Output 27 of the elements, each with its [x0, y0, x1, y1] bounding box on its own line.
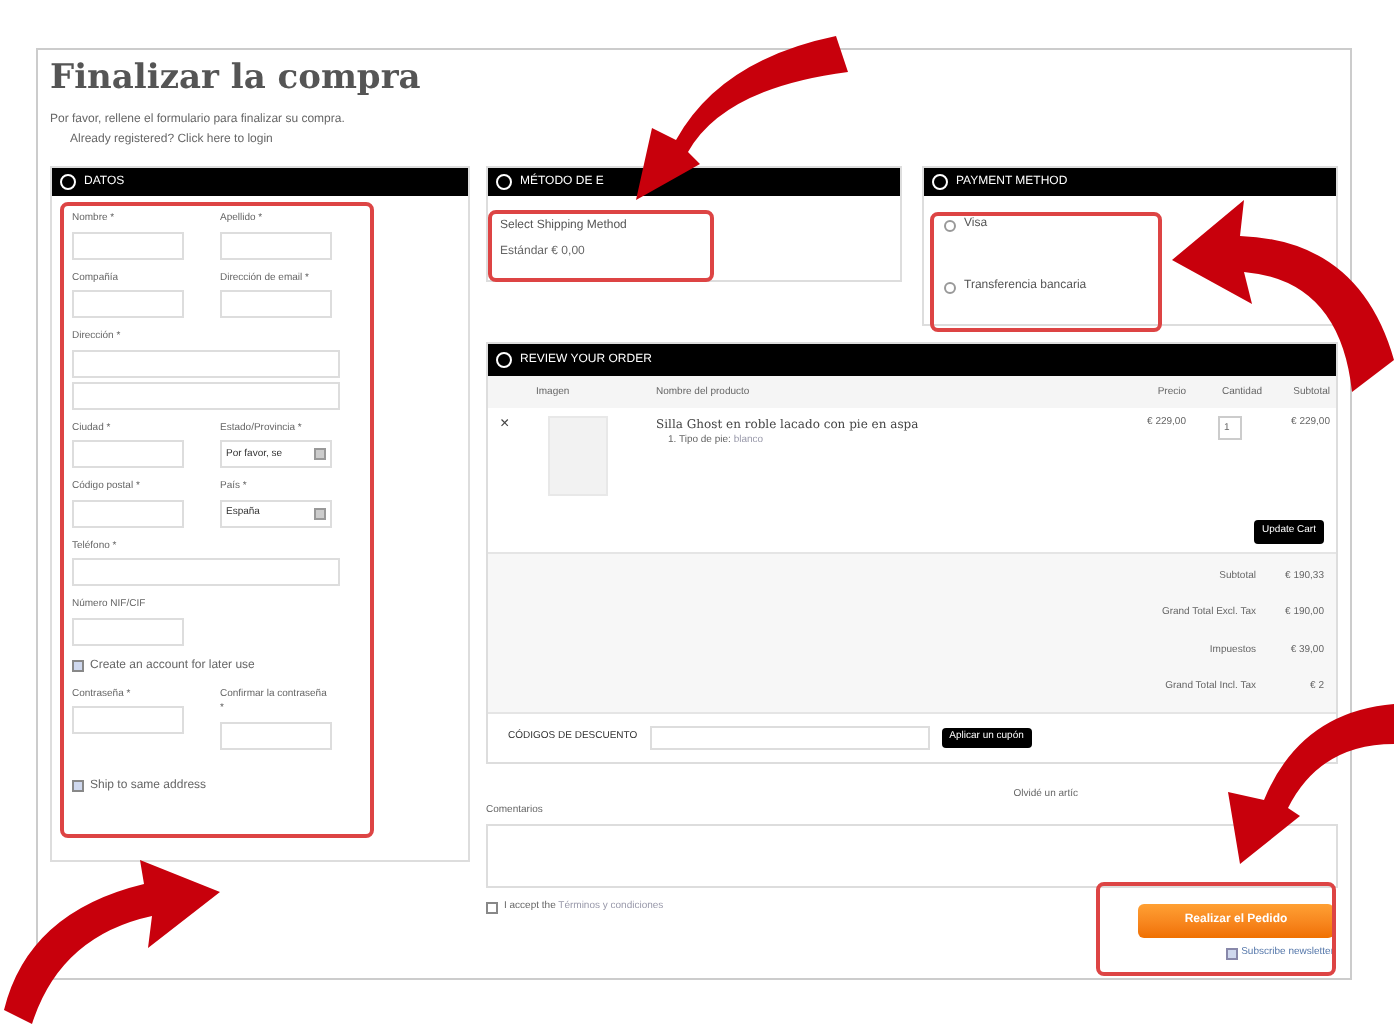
checkbox[interactable]	[72, 780, 84, 793]
input-field[interactable]	[72, 440, 184, 469]
checkbox[interactable]	[72, 660, 84, 673]
input-field[interactable]	[72, 349, 340, 378]
input-field[interactable]	[72, 499, 184, 528]
step-icon	[496, 174, 512, 191]
radio-button[interactable]	[944, 219, 956, 232]
dropdown-icon	[314, 448, 326, 461]
input-field[interactable]	[72, 290, 184, 319]
dropdown-icon	[314, 507, 326, 520]
radio-button[interactable]	[944, 281, 956, 294]
comments-field[interactable]	[486, 823, 1338, 888]
input-field[interactable]	[72, 617, 184, 646]
remove-icon[interactable]: ×	[488, 416, 528, 521]
checkbox[interactable]	[1225, 947, 1238, 959]
input-field[interactable]	[72, 231, 184, 260]
step-icon	[60, 174, 76, 191]
input-field[interactable]	[220, 231, 332, 260]
input-field[interactable]	[220, 721, 332, 750]
step-icon	[932, 174, 948, 191]
page-title: Finalizar la compra	[50, 58, 423, 101]
coupon-field[interactable]	[649, 725, 930, 750]
input-field[interactable]	[220, 290, 332, 319]
checkbox[interactable]	[486, 901, 498, 913]
input-field[interactable]	[72, 558, 340, 587]
input-field[interactable]	[72, 706, 184, 735]
input-field[interactable]	[72, 381, 340, 410]
